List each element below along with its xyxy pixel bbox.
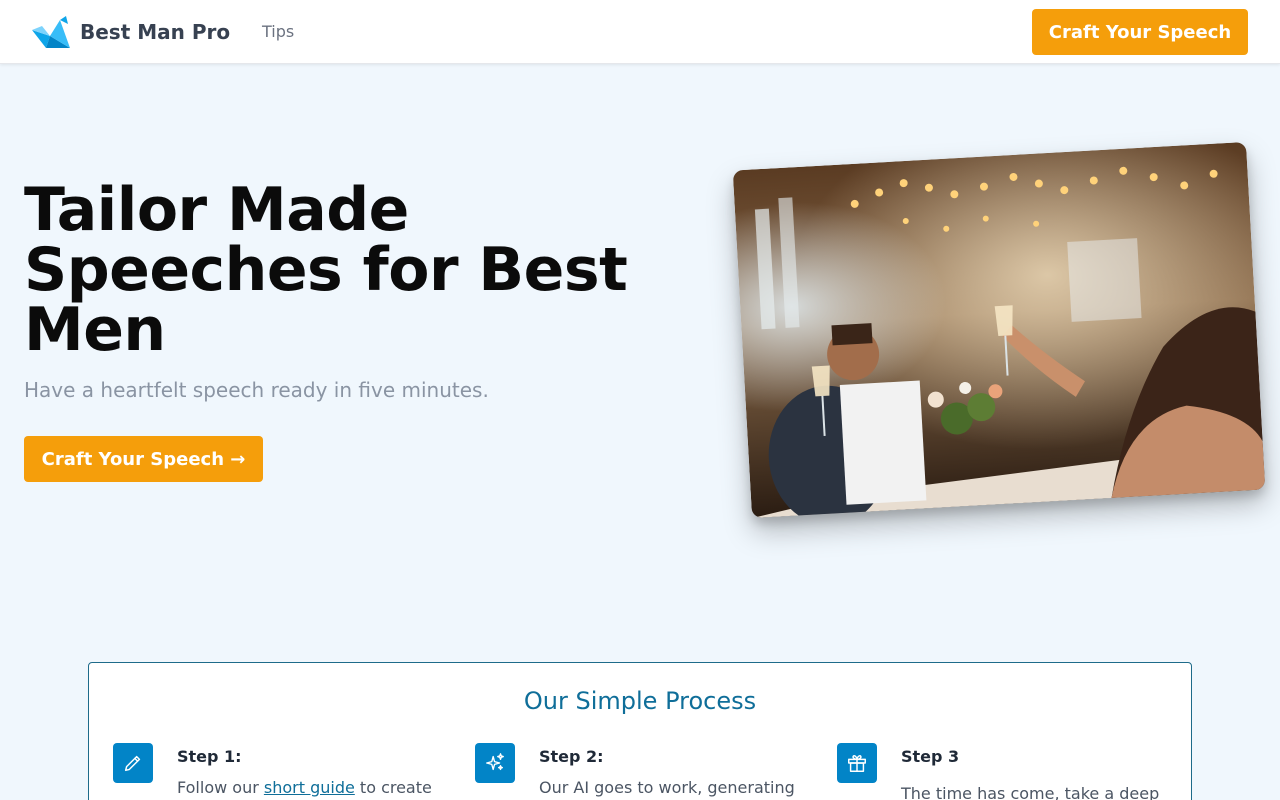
process-title: Our Simple Process [523, 687, 757, 715]
step-3-text: The time has come, take a deep [901, 784, 1160, 800]
step-1-text-before: Follow our [177, 778, 264, 797]
hero-title: Tailor Made Speeches for Best Men [24, 175, 628, 365]
logo[interactable] [32, 14, 72, 50]
short-guide-link[interactable]: short guide [264, 778, 355, 797]
brand-name[interactable]: Best Man Pro [80, 20, 230, 44]
hero-photo [732, 141, 1266, 519]
step-3-title: Step 3 [901, 747, 960, 766]
process-section: Our Simple Process Step 1: Follow our sh… [88, 662, 1192, 800]
step-1-title: Step 1: [177, 747, 242, 766]
step-1-text-after: to create [354, 778, 432, 797]
gift-icon [837, 743, 877, 783]
site-header: Best Man Pro Tips Craft Your Speech [0, 0, 1280, 64]
header-craft-speech-button[interactable]: Craft Your Speech [1032, 9, 1248, 55]
hero-craft-speech-button[interactable]: Craft Your Speech → [24, 436, 263, 482]
nav-link-tips[interactable]: Tips [262, 22, 294, 41]
step-1-text: Follow our short guide to create [177, 777, 457, 799]
step-2-text: Our AI goes to work, generating [539, 778, 795, 797]
pencil-icon [113, 743, 153, 783]
step-2-title: Step 2: [539, 747, 604, 766]
origami-bird-logo-icon [32, 16, 70, 48]
sparkles-icon [475, 743, 515, 783]
hero-subtitle: Have a heartfelt speech ready in five mi… [24, 378, 489, 402]
